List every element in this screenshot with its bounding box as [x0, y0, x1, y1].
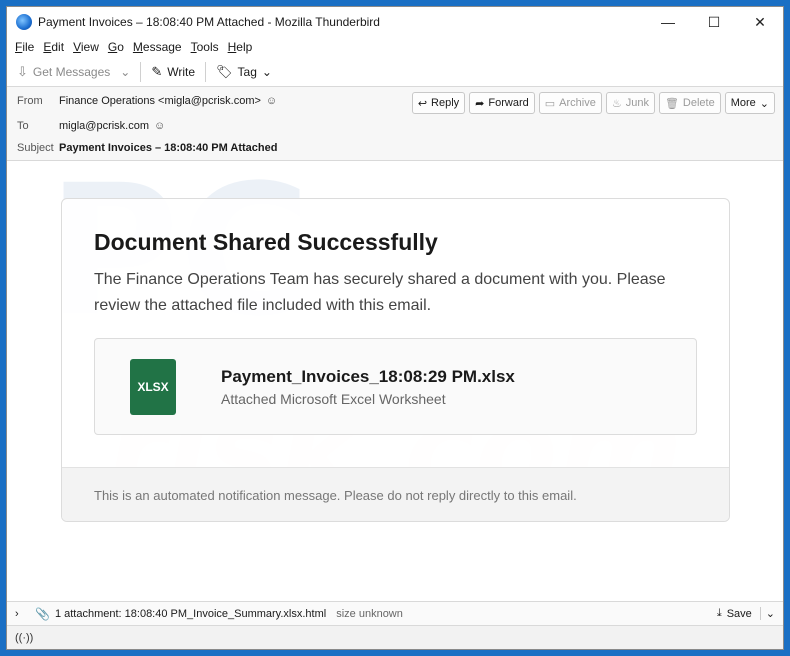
save-group: ⤓ Save ⌄	[717, 607, 783, 620]
menu-tools[interactable]: Tools	[191, 40, 219, 54]
menu-file-rest: ile	[22, 40, 35, 54]
menu-help[interactable]: Help	[228, 40, 253, 54]
attachment-summary[interactable]: 1 attachment: 18:08:40 PM_Invoice_Summar…	[55, 608, 326, 620]
get-messages-button[interactable]: ⇩ Get Messages	[17, 64, 110, 80]
thunderbird-window: Payment Invoices – 18:08:40 PM Attached …	[6, 6, 784, 650]
write-button[interactable]: ✎ Write	[151, 64, 195, 80]
forward-button[interactable]: ➦ Forward	[469, 92, 535, 114]
reply-icon: ↩	[417, 97, 428, 110]
add-contact-icon[interactable]: ☺	[266, 95, 277, 107]
window-title: Payment Invoices – 18:08:40 PM Attached …	[38, 15, 380, 29]
tag-button[interactable]: 🏷 Tag ⌄	[216, 64, 272, 80]
minimize-button[interactable]: —	[645, 7, 691, 37]
get-messages-dropdown[interactable]: ⌄	[120, 65, 130, 79]
subject-row: Subject Payment Invoices – 18:08:40 PM A…	[17, 142, 277, 154]
status-bar: ((·))	[7, 625, 783, 649]
menu-file[interactable]: File	[15, 40, 34, 54]
toolbar-divider	[140, 61, 142, 82]
close-button[interactable]: ✕	[737, 7, 783, 37]
from-row: From Finance Operations <migla@pcrisk.co…	[17, 95, 277, 107]
pencil-icon: ✎	[151, 63, 163, 79]
cloud-download-icon: ⇩	[17, 63, 28, 79]
file-card[interactable]: XLSX Payment_Invoices_18:08:29 PM.xlsx A…	[94, 338, 697, 435]
chevron-down-icon: ⌄	[120, 64, 131, 79]
message-body: PC risk.com Document Shared Successfully…	[7, 162, 783, 601]
subject-value: Payment Invoices – 18:08:40 PM Attached	[59, 142, 278, 154]
forward-label: Forward	[488, 97, 529, 109]
chevron-down-icon: ⌄	[759, 97, 769, 110]
menu-view[interactable]: View	[73, 40, 99, 54]
from-value[interactable]: Finance Operations <migla@pcrisk.com>	[59, 95, 261, 107]
junk-button[interactable]: ♨ Junk	[605, 92, 655, 114]
more-button[interactable]: More ⌄	[724, 92, 775, 114]
attachment-size: size unknown	[336, 607, 403, 620]
file-description: Attached Microsoft Excel Worksheet	[221, 391, 446, 407]
file-name: Payment_Invoices_18:08:29 PM.xlsx	[221, 367, 515, 386]
to-row: To migla@pcrisk.com ☺	[17, 120, 165, 132]
subject-label: Subject	[17, 142, 54, 154]
save-button[interactable]: ⤓ Save	[717, 607, 752, 620]
reply-label: Reply	[431, 97, 460, 109]
archive-label: Archive	[559, 97, 596, 109]
get-messages-label: Get Messages	[32, 64, 111, 79]
from-label: From	[17, 95, 43, 107]
thunderbird-logo-icon	[16, 14, 32, 30]
email-card: Document Shared Successfully The Finance…	[61, 198, 730, 522]
to-value[interactable]: migla@pcrisk.com	[59, 120, 149, 132]
header-actions: ↩ Reply ➦ Forward ▭ Archive ♨ Junk 🗑 Delete M…	[408, 92, 775, 114]
add-contact-icon[interactable]: ☺	[154, 120, 165, 132]
title-bar: Payment Invoices – 18:08:40 PM Attached …	[7, 7, 783, 37]
chevron-down-icon: ⌄	[261, 64, 272, 79]
delete-label: Delete	[682, 97, 715, 109]
menu-message[interactable]: Message	[133, 40, 182, 54]
maximize-button[interactable]: ☐	[691, 7, 737, 37]
email-footer: This is an automated notification messag…	[62, 467, 729, 521]
excel-file-icon: XLSX	[130, 359, 176, 415]
chevron-down-icon: ⌄	[765, 608, 775, 620]
reply-button[interactable]: ↩ Reply	[411, 92, 466, 114]
tag-icon: 🏷	[216, 63, 233, 79]
archive-button[interactable]: ▭ Archive	[538, 92, 602, 114]
toolbar-divider	[205, 61, 207, 82]
archive-icon: ▭	[544, 97, 556, 110]
junk-label: Junk	[625, 97, 649, 109]
delete-button[interactable]: 🗑 Delete	[658, 92, 721, 114]
save-dropdown[interactable]: ⌄	[759, 607, 775, 620]
activity-icon[interactable]: ((·))	[15, 632, 33, 644]
menu-bar: File Edit View Go Message Tools Help	[7, 37, 783, 57]
email-body-text: The Finance Operations Team has securely…	[94, 271, 666, 314]
more-label: More	[730, 97, 756, 109]
main-toolbar: ⇩ Get Messages ⌄ ✎ Write 🏷 Tag ⌄	[7, 57, 783, 87]
menu-edit[interactable]: Edit	[43, 40, 64, 54]
to-label: To	[17, 120, 29, 132]
trash-icon: 🗑	[664, 97, 679, 110]
tag-label: Tag	[237, 64, 257, 79]
chevron-right-icon[interactable]: ›	[15, 608, 27, 620]
save-label: Save	[726, 607, 752, 620]
menu-go[interactable]: Go	[108, 40, 124, 54]
email-heading: Document Shared Successfully	[94, 229, 438, 255]
write-label: Write	[167, 64, 196, 79]
flame-icon: ♨	[611, 97, 622, 110]
footer-text: This is an automated notification messag…	[94, 488, 577, 503]
message-header: From Finance Operations <migla@pcrisk.co…	[7, 87, 783, 161]
paperclip-icon: 📎	[35, 606, 50, 621]
attachment-bar: › 📎 1 attachment: 18:08:40 PM_Invoice_Su…	[7, 601, 783, 625]
forward-icon: ➦	[475, 97, 485, 110]
download-icon: ⤓	[716, 607, 722, 619]
